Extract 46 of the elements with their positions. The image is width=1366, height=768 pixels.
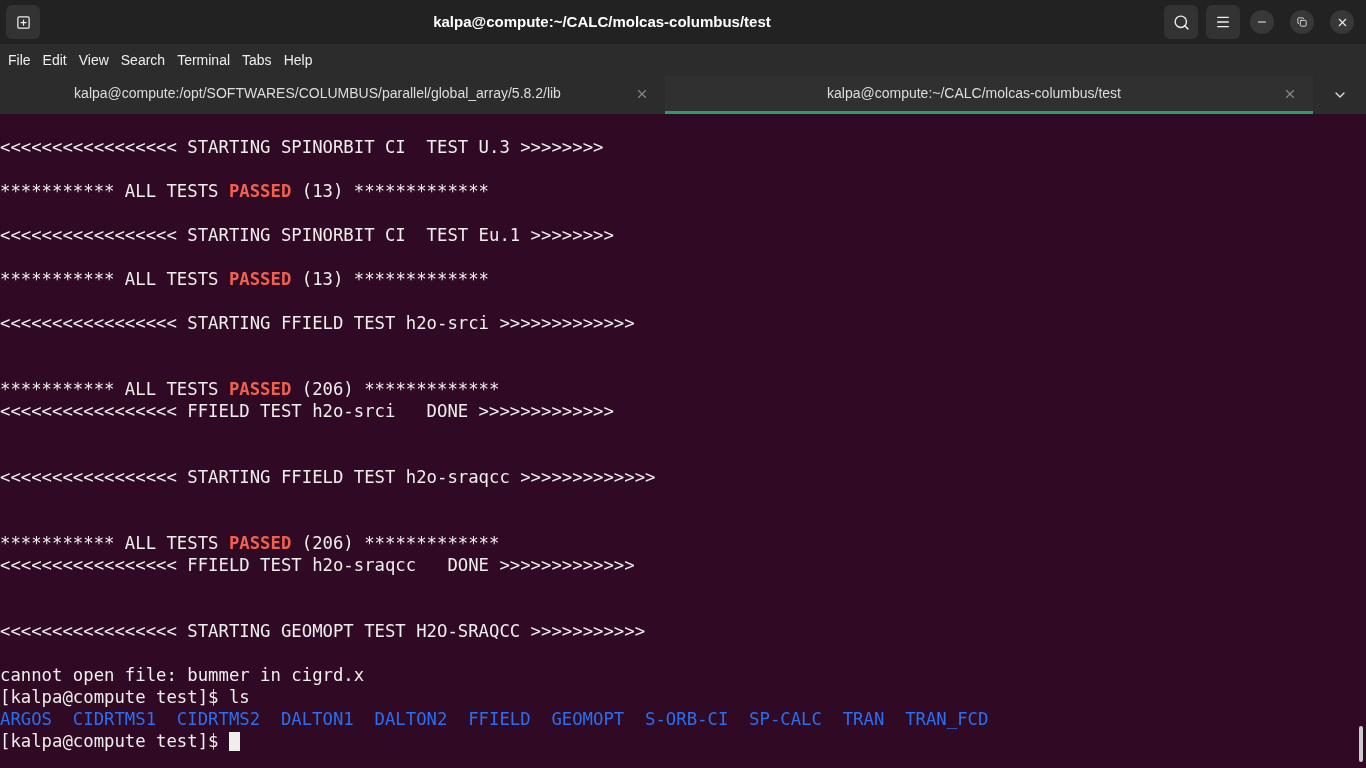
menu-icon: [1215, 14, 1231, 30]
menu-item[interactable]: Tabs: [236, 49, 278, 71]
directory-entry: TRAN_FCD: [905, 708, 989, 730]
minimize-button[interactable]: [1250, 10, 1274, 34]
directory-entry: SP-CALC: [749, 708, 822, 730]
terminal-line: <<<<<<<<<<<<<<<<< STARTING SPINORBIT CI TEST Eu.1 >>>>>>>>: [0, 224, 615, 246]
terminal-line: [kalpa@compute test]$ ls: [0, 686, 251, 708]
new-tab-icon: [15, 14, 31, 30]
terminal-line: *********** ALL TESTS PASSED (206) *************: [0, 378, 501, 400]
restore-icon: [1297, 17, 1307, 27]
terminal-line: <<<<<<<<<<<<<<<<< STARTING FFIELD TEST h2o-srci >>>>>>>>>>>>>: [0, 312, 636, 334]
shell-prompt: [kalpa@compute test]$: [0, 730, 220, 752]
terminal-line: <<<<<<<<<<<<<<<<< STARTING SPINORBIT CI TEST U.3 >>>>>>>>: [0, 136, 605, 158]
menu-item[interactable]: View: [72, 49, 115, 71]
directory-entry: DALTON2: [374, 708, 448, 730]
menu-item[interactable]: Search: [114, 49, 172, 71]
restore-button[interactable]: [1290, 10, 1314, 34]
terminal-line: *********** ALL TESTS PASSED (13) *************: [0, 180, 491, 202]
new-tab-button[interactable]: [6, 5, 40, 39]
search-button[interactable]: [1164, 5, 1198, 39]
directory-entry: TRAN: [842, 708, 885, 730]
terminal-line: *********** ALL TESTS PASSED (206) *************: [0, 532, 501, 554]
terminal-line: <<<<<<<<<<<<<<<<< FFIELD TEST h2o-sraqcc DONE >>>>>>>>>>>>>: [0, 554, 636, 576]
menu-button[interactable]: [1206, 5, 1240, 39]
search-icon: [1172, 13, 1190, 31]
terminal-line: cannot open file: bummer in cigrd.x: [0, 664, 366, 686]
terminal-line: <<<<<<<<<<<<<<<<< STARTING GEOMOPT TEST H2O-SRAQCC >>>>>>>>>>>: [0, 620, 647, 642]
directory-entry: GEOMOPT: [551, 708, 625, 730]
menu-item[interactable]: Edit: [36, 49, 73, 71]
directory-entry: S-ORB-CI: [645, 708, 729, 730]
menu-item[interactable]: Help: [277, 49, 319, 71]
scrollbar[interactable]: [1359, 726, 1363, 762]
directory-entry: CIDRTMS1: [72, 708, 157, 730]
terminal-tab[interactable]: kalpa@compute:~/CALC/molcas-columbus/test: [665, 76, 1313, 114]
directory-entry: DALTON1: [280, 708, 354, 730]
directory-entry: ARGOS: [0, 708, 53, 730]
terminal-line: <<<<<<<<<<<<<<<<< FFIELD TEST h2o-srci DONE >>>>>>>>>>>>>: [0, 400, 615, 422]
directory-entry: CIDRTMS2: [176, 708, 261, 730]
menu-item[interactable]: Terminal: [171, 49, 237, 71]
directory-entry: FFIELD: [468, 708, 531, 730]
terminal-line: *********** ALL TESTS PASSED (13) *************: [0, 268, 491, 290]
window-title: kalpa@compute:~/CALC/molcas-columbus/test: [433, 11, 771, 32]
terminal-line: <<<<<<<<<<<<<<<<< STARTING FFIELD TEST h2o-sraqcc >>>>>>>>>>>>>: [0, 466, 657, 488]
terminal-tab[interactable]: kalpa@compute:/opt/SOFTWARES/COLUMBUS/parallel/global_array/5.8.2/lib: [0, 76, 665, 114]
close-button[interactable]: [1330, 10, 1354, 34]
menu-item[interactable]: File: [2, 49, 37, 71]
